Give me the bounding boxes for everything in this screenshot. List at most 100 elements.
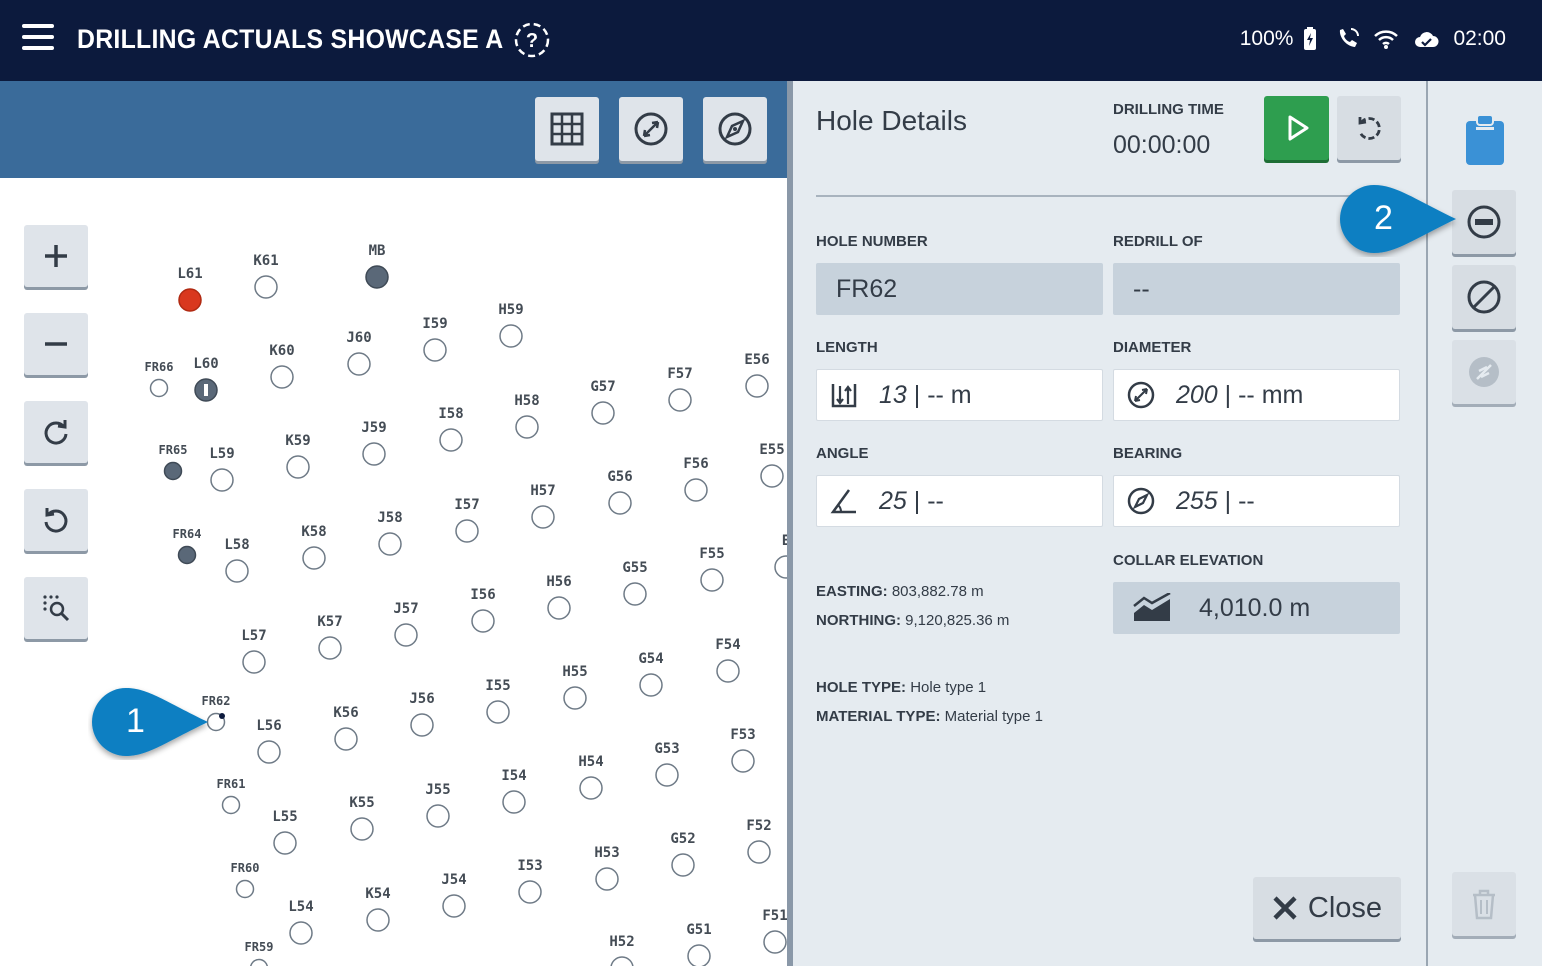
hole-marker[interactable] [242,650,266,674]
hole-g53[interactable]: G53 [654,741,680,787]
hole-marker[interactable] [471,609,495,633]
hole-marker[interactable] [439,428,463,452]
hole-marker[interactable] [225,559,249,583]
hole-marker[interactable] [639,673,663,697]
hole-e56[interactable]: E56 [744,352,770,398]
hole-i59[interactable]: I59 [422,316,448,362]
hole-fr64[interactable]: FR64 [173,527,202,565]
hole-fr61[interactable]: FR61 [217,777,246,815]
hole-marker[interactable] [270,365,294,389]
hole-j59[interactable]: J59 [361,420,387,466]
hole-marker[interactable] [731,749,755,773]
menu-icon[interactable] [22,24,54,54]
hole-f57[interactable]: F57 [667,366,693,412]
delete-button[interactable] [1452,872,1516,936]
hole-marker[interactable] [763,930,787,954]
hole-j60[interactable]: J60 [346,330,372,376]
hole-marker[interactable] [760,464,784,488]
hole-marker[interactable] [350,817,374,841]
hole-marker[interactable] [378,532,402,556]
hole-fr59[interactable]: FR59 [245,940,274,966]
hole-h53[interactable]: H53 [594,845,620,891]
hole-j57[interactable]: J57 [393,601,419,647]
zoom-selection-button[interactable] [24,577,88,639]
hole-marker[interactable] [668,388,692,412]
reset-timer-button[interactable] [1337,96,1401,160]
hole-marker[interactable] [366,908,390,932]
hole-marker[interactable] [318,636,342,660]
drill-map[interactable]: L61 K61 MB FR66 L60 K60 J60 I59 H59 FR65 L59 K59 J59… [0,178,790,966]
hole-layer[interactable]: L61 K61 MB FR66 L60 K60 J60 I59 H59 FR65 L59 K59 J59… [0,178,790,966]
hole-l57[interactable]: L57 [241,628,267,674]
hole-i55[interactable]: I55 [485,678,511,724]
hole-g55[interactable]: G55 [622,560,648,606]
hole-marker[interactable] [563,686,587,710]
hole-g56[interactable]: G56 [607,469,633,515]
hole-l55[interactable]: L55 [272,809,298,855]
clipboard-icon[interactable] [1464,113,1506,167]
block-hole-button[interactable] [1452,265,1516,329]
hole-marker[interactable] [518,880,542,904]
hole-marker[interactable] [747,840,771,864]
hole-marker[interactable] [423,338,447,362]
hole-h58[interactable]: H58 [514,393,540,439]
bearing-input[interactable]: 255 | -- [1113,475,1400,527]
length-input[interactable]: 13 | -- m [816,369,1103,421]
hole-k55[interactable]: K55 [349,795,375,841]
hole-marker[interactable] [700,568,724,592]
hole-l60[interactable]: L60 [193,356,219,402]
hole-g52[interactable]: G52 [670,831,696,877]
hole-marker[interactable] [254,275,278,299]
hole-marker[interactable] [716,659,740,683]
hole-k54[interactable]: K54 [365,886,391,932]
hole-marker[interactable] [455,519,479,543]
hole-i53[interactable]: I53 [517,858,543,904]
diameter-input[interactable]: 200 | -- mm [1113,369,1400,421]
hole-i58[interactable]: I58 [438,406,464,452]
hole-marker[interactable] [249,958,269,966]
hole-l54[interactable]: L54 [288,899,314,945]
hole-i56[interactable]: I56 [470,587,496,633]
diameter-view-button[interactable] [619,97,683,161]
hole-g57[interactable]: G57 [590,379,616,425]
rotate-ccw-button[interactable] [24,489,88,551]
hole-marker[interactable] [442,894,466,918]
hole-marker[interactable] [426,804,450,828]
help-icon[interactable]: ? [512,20,552,60]
hole-marker[interactable] [410,713,434,737]
redrill-button[interactable] [1452,340,1516,404]
hole-k60[interactable]: K60 [269,343,295,389]
hole-l58[interactable]: L58 [224,537,250,583]
hole-marker[interactable] [547,596,571,620]
hole-j54[interactable]: J54 [441,872,467,918]
hole-marker[interactable] [687,944,711,966]
hole-marker[interactable] [684,478,708,502]
hole-f51[interactable]: F51 [762,908,788,954]
hole-f53[interactable]: F53 [730,727,756,773]
hole-h56[interactable]: H56 [546,574,572,620]
bearing-view-button[interactable] [703,97,767,161]
hole-h59[interactable]: H59 [498,302,524,348]
hole-g54[interactable]: G54 [638,651,664,697]
hole-fr60[interactable]: FR60 [231,861,260,899]
hole-marker[interactable] [235,879,255,899]
abandon-hole-button[interactable] [1452,190,1516,254]
hole-l61[interactable]: L61 [177,266,203,312]
close-button[interactable]: Close [1253,877,1401,939]
rotate-cw-button[interactable] [24,401,88,463]
hole-f52[interactable]: F52 [746,818,772,864]
hole-j55[interactable]: J55 [425,782,451,828]
hole-k56[interactable]: K56 [333,705,359,751]
hole-h55[interactable]: H55 [562,664,588,710]
hole-f56[interactable]: F56 [683,456,709,502]
hole-marker[interactable] [163,461,183,481]
hole-h52[interactable]: H52 [609,934,635,966]
hole-marker[interactable] [362,442,386,466]
hole-marker[interactable] [394,623,418,647]
hole-marker[interactable] [257,740,281,764]
hole-marker[interactable] [302,546,326,570]
hole-marker[interactable] [579,776,603,800]
hole-marker[interactable] [286,455,310,479]
hole-h57[interactable]: H57 [530,483,556,529]
hole-marker[interactable] [610,956,634,966]
